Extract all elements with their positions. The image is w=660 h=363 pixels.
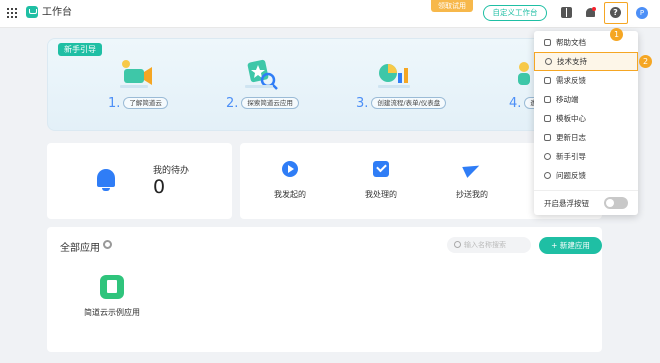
play-icon — [282, 161, 298, 177]
menu-item-label: 更新日志 — [556, 133, 586, 142]
menu-item-feature-request[interactable]: 需求反馈 — [534, 71, 638, 90]
book-icon[interactable] — [561, 7, 572, 18]
question-icon: ? — [610, 7, 621, 18]
smile-icon — [544, 172, 551, 179]
menu-item-label: 问题反馈 — [556, 171, 586, 180]
menu-item-label: 需求反馈 — [556, 76, 586, 85]
guide-tag: 新手引导 — [58, 43, 102, 56]
avatar[interactable]: P — [636, 7, 648, 19]
mobile-icon — [544, 96, 551, 103]
menu-item-label: 移动端 — [556, 95, 579, 104]
workbench-logo-icon — [26, 6, 38, 18]
step-number: 4. — [509, 95, 522, 111]
all-apps-panel: 全部应用 + 新建应用 简道云示例应用 — [47, 227, 602, 352]
trial-tag[interactable]: 领取试用 — [431, 0, 473, 12]
cc-to-me-button[interactable]: 抄送我的 — [442, 161, 502, 200]
template-icon — [544, 115, 551, 122]
step-label: 创建流程/表单/仪表盘 — [371, 97, 447, 109]
gear-icon[interactable] — [103, 240, 112, 249]
step-label: 探索简道云应用 — [241, 97, 299, 109]
bell-icon — [95, 169, 117, 191]
customize-workbench-button[interactable]: 自定义工作台 — [483, 5, 547, 21]
support-icon — [545, 58, 552, 65]
page-title: 工作台 — [42, 7, 72, 18]
todo-label: 我的待办 — [153, 166, 190, 176]
handled-by-me-button[interactable]: 我处理的 — [351, 161, 411, 200]
apps-grid-icon[interactable] — [7, 8, 17, 18]
app-icon — [100, 275, 124, 299]
menu-item-label: 新手引导 — [556, 152, 586, 161]
guide-step-2[interactable]: 2. 探索简道云应用 — [226, 95, 299, 111]
initiated-by-me-button[interactable]: 我发起的 — [260, 161, 320, 200]
app-tile[interactable]: 简道云示例应用 — [77, 275, 147, 318]
help-dropdown-menu: 帮助文档 技术支持 需求反馈 移动端 模板中心 更新日志 新手引导 问题反馈 开… — [534, 31, 638, 215]
guide-icon — [544, 153, 551, 160]
step-badge-2: 2 — [639, 55, 652, 68]
app-tile-label: 简道云示例应用 — [84, 308, 140, 317]
app-search-input[interactable] — [464, 239, 528, 251]
guide-step-3[interactable]: 3. 创建流程/表单/仪表盘 — [356, 95, 447, 111]
menu-item-label: 帮助文档 — [556, 38, 586, 47]
todo-card[interactable]: 我的待办 0 — [47, 143, 232, 219]
new-app-button[interactable]: + 新建应用 — [539, 237, 602, 254]
step-number: 1. — [108, 95, 121, 111]
floating-button-toggle[interactable] — [604, 197, 628, 209]
all-apps-title: 全部应用 — [60, 243, 100, 254]
menu-item-issue-feedback[interactable]: 问题反馈 — [534, 166, 638, 185]
menu-item-onboarding[interactable]: 新手引导 — [534, 147, 638, 166]
log-icon — [544, 134, 551, 141]
menu-item-tech-support[interactable]: 技术支持 — [534, 52, 638, 71]
document-icon — [544, 39, 551, 46]
todo-count: 0 — [153, 176, 166, 198]
step-badge-1: 1 — [610, 28, 623, 41]
floating-button-label: 开启悬浮按钮 — [544, 199, 589, 208]
comment-icon — [544, 77, 551, 84]
send-icon — [464, 161, 480, 177]
menu-item-label: 技术支持 — [557, 57, 587, 66]
action-label: 我发起的 — [274, 190, 306, 199]
search-icon — [454, 241, 461, 248]
explore-illustration-icon — [245, 59, 278, 90]
menu-item-label: 模板中心 — [556, 114, 586, 123]
step-number: 3. — [356, 95, 369, 111]
menu-item-mobile[interactable]: 移动端 — [534, 90, 638, 109]
action-label: 我处理的 — [365, 190, 397, 199]
top-bar: 工作台 领取试用 自定义工作台 ? P — [0, 0, 660, 28]
onboarding-guide: 新手引导 1. 了解简道云 2. 探索简道云应用 3. 创建流程/表单/仪表盘 … — [47, 38, 602, 131]
check-icon — [373, 161, 389, 177]
menu-divider — [534, 190, 638, 191]
notification-bell-icon[interactable] — [585, 7, 596, 18]
action-label: 抄送我的 — [456, 190, 488, 199]
help-button[interactable]: ? — [604, 2, 628, 24]
step-number: 2. — [226, 95, 239, 111]
guide-step-1[interactable]: 1. 了解简道云 — [108, 95, 168, 111]
chart-illustration-icon — [378, 64, 410, 88]
step-label: 了解简道云 — [123, 97, 168, 109]
camera-illustration-icon — [120, 60, 152, 88]
menu-item-template-center[interactable]: 模板中心 — [534, 109, 638, 128]
app-search[interactable] — [447, 237, 531, 253]
menu-item-changelog[interactable]: 更新日志 — [534, 128, 638, 147]
